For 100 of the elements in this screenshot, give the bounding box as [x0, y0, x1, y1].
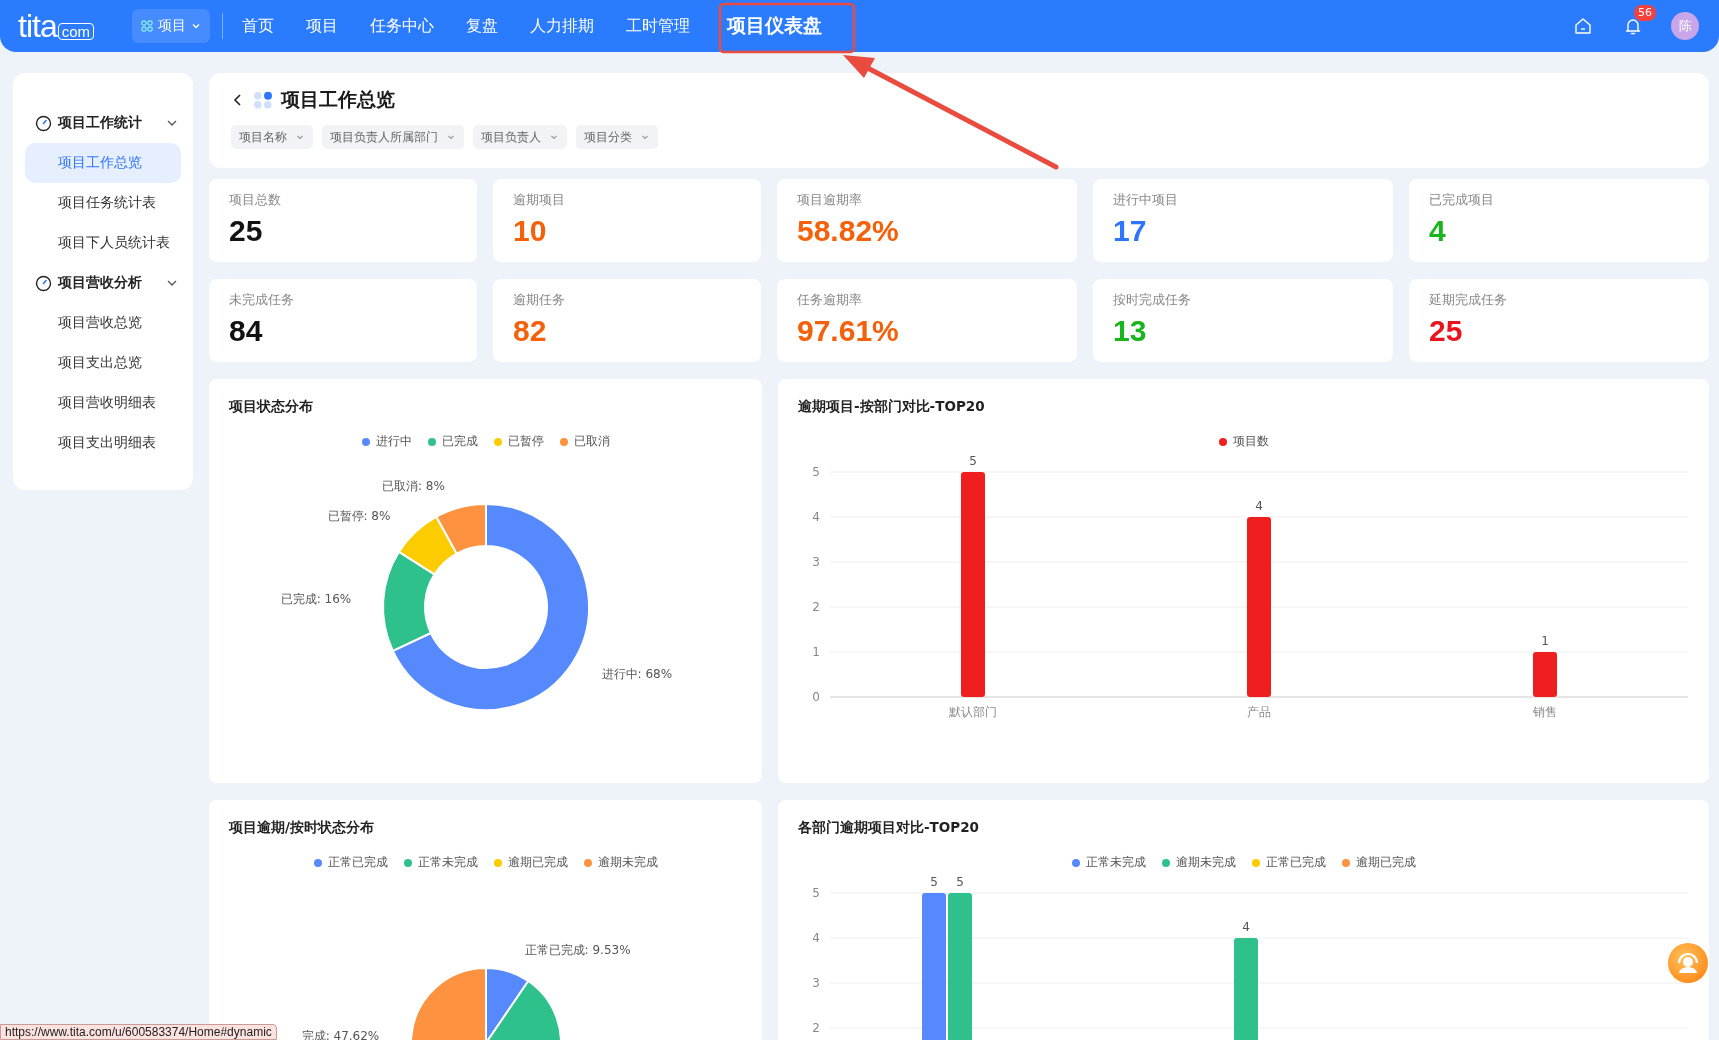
legend-item[interactable]: 已完成	[427, 433, 478, 450]
gauge-icon	[35, 114, 52, 132]
filter-dropdown[interactable]: 项目分类	[576, 125, 658, 149]
stat-value: 84	[229, 313, 264, 349]
pie-slice[interactable]	[410, 967, 487, 1040]
x-axis-label: 默认部门	[949, 705, 997, 719]
nav-menu-item[interactable]: 项目仪表盘	[715, 5, 835, 47]
legend-item[interactable]: 逾期已完成	[493, 854, 568, 871]
legend-item[interactable]: 已暂停	[493, 433, 544, 450]
y-tick-label: 1	[812, 645, 820, 659]
bar-value-label: 5	[930, 875, 938, 889]
stat-value: 4	[1429, 213, 1447, 249]
slice-label: 已暂停: 8%	[327, 508, 391, 523]
sidebar-item[interactable]: 项目任务统计表	[25, 183, 181, 223]
legend-item[interactable]: 正常未完成	[403, 854, 478, 871]
chart-title: 项目状态分布	[229, 397, 314, 416]
nav-menu-item[interactable]: 任务中心	[363, 11, 442, 41]
y-tick-label: 4	[812, 931, 820, 945]
gauge-icon	[35, 274, 52, 292]
legend-item[interactable]: 逾期未完成	[583, 854, 658, 871]
x-axis-label: 产品	[1247, 705, 1271, 719]
x-axis-label: 销售	[1533, 705, 1557, 719]
legend-item[interactable]: 进行中	[361, 433, 412, 450]
sidebar-item[interactable]: 项目营收总览	[25, 303, 181, 343]
y-tick-label: 4	[812, 510, 820, 524]
home-icon[interactable]	[1573, 16, 1593, 36]
y-tick-label: 3	[812, 555, 820, 569]
nav-menu-item[interactable]: 项目	[299, 11, 346, 41]
filter-dropdown[interactable]: 项目负责人所属部门	[322, 125, 464, 149]
stat-value: 97.61%	[797, 313, 900, 349]
sidebar-item[interactable]: 项目营收明细表	[25, 383, 181, 423]
notification-count-badge: 56	[1634, 5, 1656, 21]
stat-label: 未完成任务	[229, 291, 295, 309]
stat-label: 任务逾期率	[797, 291, 863, 309]
pie-slice[interactable]	[382, 550, 436, 652]
stat-label: 延期完成任务	[1429, 291, 1508, 309]
stat-value: 17	[1113, 213, 1148, 249]
chart-title: 各部门逾期项目对比-TOP20	[798, 818, 980, 837]
y-tick-label: 2	[812, 600, 820, 614]
sidebar-item[interactable]: 项目支出明细表	[25, 423, 181, 463]
y-tick-label: 5	[812, 465, 820, 479]
sidebar-item[interactable]: 项目支出总览	[25, 343, 181, 383]
stat-value: 58.82%	[797, 213, 900, 249]
nav-menu-item[interactable]: 复盘	[459, 11, 506, 41]
stat-value: 25	[1429, 313, 1464, 349]
legend-item[interactable]: 逾期已完成	[1341, 854, 1416, 871]
slice-label: 已取消: 8%	[382, 478, 445, 493]
bar-value-label: 5	[956, 875, 964, 889]
legend-item[interactable]: 项目数	[1218, 433, 1269, 450]
sidebar-group-label[interactable]: 项目营收分析	[58, 274, 159, 292]
legend-item[interactable]: 正常已完成	[1251, 854, 1326, 871]
sidebar-item[interactable]: 项目下人员统计表	[25, 223, 181, 263]
stat-label: 项目总数	[229, 191, 282, 209]
pie-slice[interactable]	[391, 503, 590, 711]
slice-label: 已完成: 16%	[280, 592, 352, 607]
bar-value-label: 4	[1255, 499, 1263, 513]
filter-dropdown[interactable]: 项目名称	[231, 125, 313, 149]
stat-value: 13	[1113, 313, 1148, 349]
stat-label: 逾期任务	[513, 291, 566, 309]
bar-value-label: 5	[969, 454, 977, 468]
nav-menu-item[interactable]: 首页	[235, 11, 282, 41]
bar-value-label: 4	[1242, 920, 1250, 934]
y-tick-label: 3	[812, 976, 820, 990]
legend-item[interactable]: 正常未完成	[1071, 854, 1146, 871]
legend-item[interactable]: 逾期未完成	[1161, 854, 1236, 871]
chevron-down-icon	[191, 21, 202, 31]
stat-value: 25	[229, 213, 264, 249]
notification-bell-icon[interactable]	[1623, 16, 1643, 36]
y-tick-label: 0	[812, 690, 820, 704]
customer-service-icon[interactable]	[1667, 942, 1709, 984]
apps-grid-icon	[141, 20, 154, 32]
sidebar-group-label[interactable]: 项目工作统计	[58, 114, 159, 132]
nav-menu-item[interactable]: 人力排期	[523, 11, 602, 41]
slice-label: 进行中: 68%	[601, 667, 673, 681]
pie-slice[interactable]	[485, 980, 562, 1040]
slice-label: 正常已完成: 9.53%	[524, 943, 631, 958]
stat-label: 逾期项目	[513, 191, 566, 209]
link-status-tooltip: https://www.tita.com/u/600583374/Home#dynamic	[0, 1024, 277, 1040]
chart-title: 项目逾期/按时状态分布	[229, 818, 375, 837]
sidebar-item[interactable]: 项目工作总览	[25, 143, 181, 183]
nav-menu-item[interactable]: 工时管理	[619, 11, 698, 41]
stat-label: 项目逾期率	[797, 191, 863, 209]
stat-label: 按时完成任务	[1113, 291, 1192, 309]
stat-label: 进行中项目	[1113, 191, 1179, 209]
logo-wordmark: tita	[18, 10, 57, 42]
legend-item[interactable]: 已取消	[559, 433, 610, 450]
logo-suffix: com	[57, 23, 95, 40]
y-tick-label: 5	[812, 886, 820, 900]
logo[interactable]: tita com	[18, 10, 95, 42]
stat-value: 82	[513, 313, 548, 349]
bar-value-label: 1	[1541, 634, 1549, 648]
page-title: 项目工作总览	[281, 87, 395, 112]
stat-label: 已完成项目	[1429, 191, 1495, 209]
legend-item[interactable]: 正常已完成	[313, 854, 388, 871]
filter-dropdown[interactable]: 项目负责人	[473, 125, 567, 149]
dashboard-icon	[253, 90, 273, 110]
pie-slice[interactable]	[398, 515, 458, 576]
pie-slice[interactable]	[435, 503, 487, 555]
y-tick-label: 2	[812, 1021, 820, 1035]
chart-title: 逾期项目-按部门对比-TOP20	[798, 397, 986, 416]
